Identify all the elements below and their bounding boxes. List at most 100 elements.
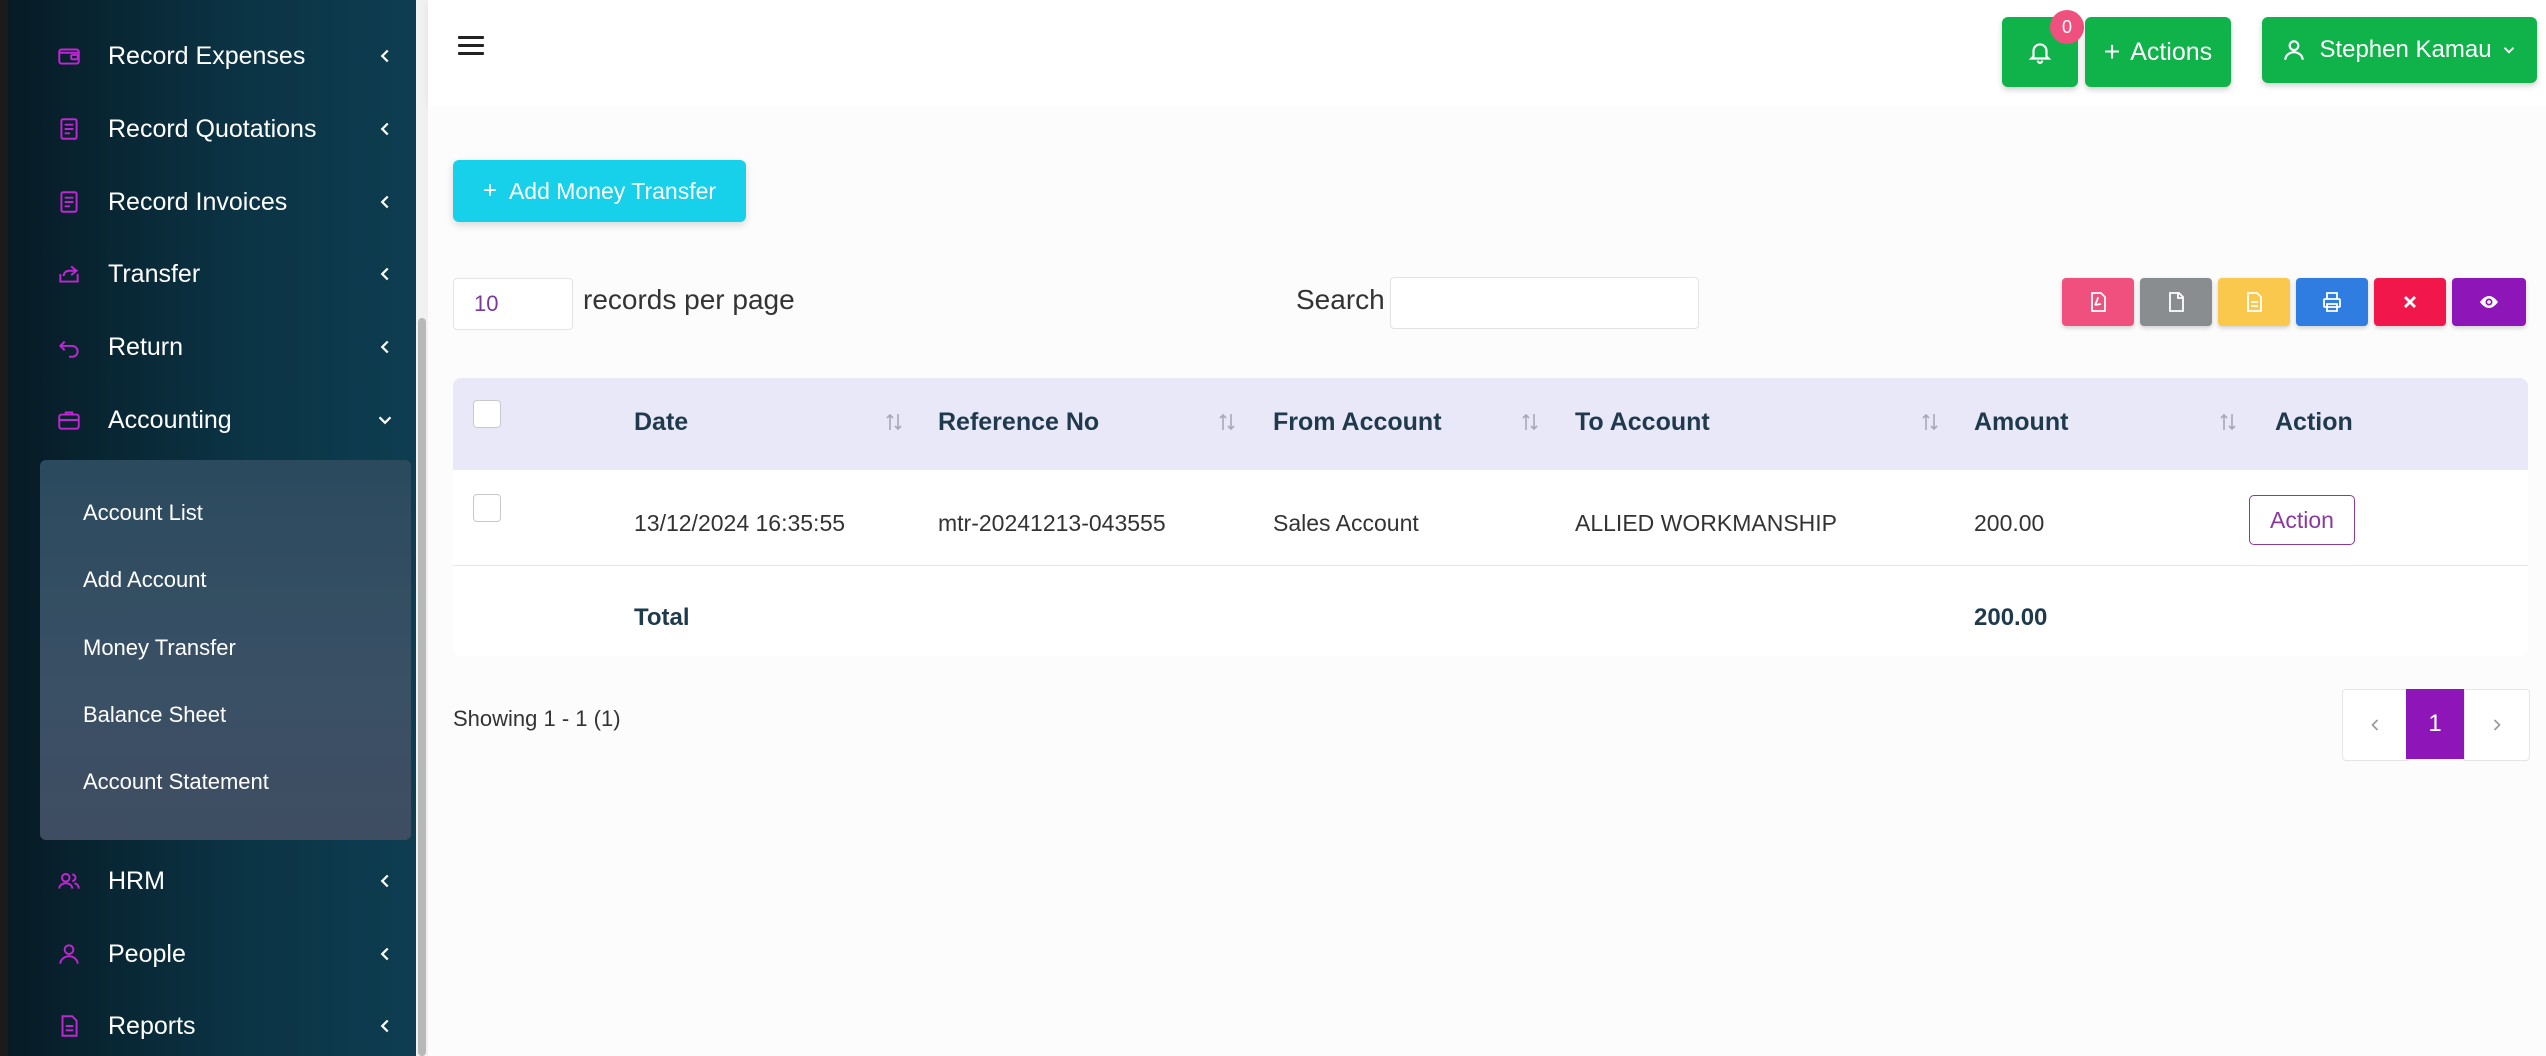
chevron-left-icon: [380, 1019, 389, 1033]
sidebar-edge: [0, 0, 8, 1056]
cell-from-account: Sales Account: [1273, 510, 1419, 536]
user-menu-button[interactable]: Stephen Kamau: [2262, 17, 2537, 83]
cell-date: 13/12/2024 16:35:55: [634, 510, 846, 536]
sidebar-item-accounting[interactable]: Accounting: [40, 392, 400, 448]
actions-label: Actions: [2130, 37, 2213, 66]
column-header-to-account[interactable]: To Account: [1575, 408, 1710, 437]
sort-icon[interactable]: [1520, 410, 1540, 434]
chevron-down-icon: [2503, 47, 2514, 54]
pagination-prev-button[interactable]: [2342, 689, 2408, 761]
chevron-left-icon: [380, 195, 389, 209]
invoice-icon: [54, 187, 84, 217]
sort-icon[interactable]: [1920, 410, 1940, 434]
main-content: + Add Money Transfer 10 records per page…: [428, 106, 2546, 1056]
user-icon: [54, 939, 84, 969]
column-header-from-account[interactable]: From Account: [1273, 408, 1442, 437]
sort-icon[interactable]: [884, 410, 904, 434]
table-header: Date Reference No From Account To Accoun…: [453, 378, 2528, 470]
sidebar: Record Expenses Record Quotations Record…: [0, 0, 428, 1056]
column-header-amount[interactable]: Amount: [1974, 408, 2068, 437]
users-icon: [54, 866, 84, 896]
sidebar-item-label: Accounting: [108, 405, 232, 434]
plus-icon: +: [2103, 36, 2121, 67]
chevron-down-icon: [378, 416, 392, 425]
records-per-page-input[interactable]: 10: [453, 278, 573, 330]
row-checkbox[interactable]: [473, 494, 501, 522]
row-divider: [453, 565, 2528, 566]
close-icon: [2404, 296, 2416, 308]
submenu-item-account-statement[interactable]: Account Statement: [83, 769, 269, 795]
pdf-icon: [2091, 292, 2106, 312]
row-action-button[interactable]: Action: [2249, 495, 2355, 545]
sidebar-item-label: Return: [108, 332, 184, 361]
chevron-left-icon: [380, 340, 389, 354]
export-pdf-button[interactable]: [2062, 278, 2134, 326]
user-icon: [2284, 40, 2305, 60]
sidebar-item-record-quotations[interactable]: Record Quotations: [40, 101, 400, 157]
sidebar-item-label: Record Quotations: [108, 114, 317, 143]
return-icon: [54, 332, 84, 362]
chevron-left-icon: [380, 947, 389, 961]
showing-count: Showing 1 - 1 (1): [453, 706, 621, 731]
sidebar-item-hrm[interactable]: HRM: [40, 853, 400, 909]
sidebar-item-label: Transfer: [108, 259, 201, 288]
sidebar-item-return[interactable]: Return: [40, 319, 400, 375]
excel-icon: [2247, 292, 2262, 312]
select-all-checkbox[interactable]: [473, 400, 501, 428]
total-amount: 200.00: [1974, 604, 2048, 631]
sidebar-item-reports[interactable]: Reports: [40, 998, 400, 1054]
pagination-next-button[interactable]: [2464, 689, 2530, 761]
close-button[interactable]: [2374, 278, 2446, 326]
sort-icon[interactable]: [2218, 410, 2238, 434]
briefcase-icon: [54, 405, 84, 435]
money-transfer-table: Date Reference No From Account To Accoun…: [453, 378, 2528, 656]
search-input[interactable]: [1390, 277, 1699, 329]
search-label: Search: [1296, 284, 1385, 315]
report-icon: [54, 1011, 84, 1041]
bell-icon: [2028, 43, 2052, 64]
column-header-date[interactable]: Date: [634, 408, 688, 437]
sidebar-item-transfer[interactable]: Transfer: [40, 246, 400, 302]
actions-button[interactable]: + Actions: [2085, 17, 2231, 87]
sidebar-scrollbar[interactable]: [416, 0, 428, 1056]
document-icon: [54, 114, 84, 144]
submenu-item-money-transfer[interactable]: Money Transfer: [83, 635, 236, 661]
submenu-item-balance-sheet[interactable]: Balance Sheet: [83, 702, 226, 728]
toggle-columns-button[interactable]: [2452, 278, 2526, 326]
sort-icon[interactable]: [1217, 410, 1237, 434]
topbar: 0 + Actions Stephen Kamau: [428, 0, 2546, 106]
cell-amount: 200.00: [1974, 510, 2045, 536]
menu-toggle-icon[interactable]: [458, 36, 484, 62]
total-label: Total: [634, 604, 690, 631]
chevron-left-icon: [380, 267, 389, 281]
plus-icon: +: [482, 177, 497, 204]
submenu-item-account-list[interactable]: Account List: [83, 500, 203, 526]
user-name: Stephen Kamau: [2319, 36, 2492, 63]
file-icon: [2169, 292, 2184, 312]
print-button[interactable]: [2296, 278, 2368, 326]
accounting-submenu: Account List Add Account Money Transfer …: [40, 460, 411, 840]
eye-icon: [2480, 296, 2498, 308]
sidebar-item-label: Record Expenses: [108, 41, 306, 70]
sidebar-item-record-invoices[interactable]: Record Invoices: [40, 174, 400, 230]
export-excel-button[interactable]: [2218, 278, 2290, 326]
sidebar-scrollbar-thumb[interactable]: [418, 318, 426, 1056]
add-money-transfer-button[interactable]: + Add Money Transfer: [453, 160, 746, 222]
sidebar-item-label: People: [108, 939, 186, 968]
column-header-reference[interactable]: Reference No: [938, 408, 1099, 437]
sidebar-item-record-expenses[interactable]: Record Expenses: [40, 28, 400, 84]
share-icon: [54, 259, 84, 289]
export-csv-button[interactable]: [2140, 278, 2212, 326]
chevron-left-icon: [380, 122, 389, 136]
cell-reference: mtr-20241213-043555: [938, 510, 1166, 536]
sidebar-item-label: Reports: [108, 1011, 196, 1040]
submenu-item-add-account[interactable]: Add Account: [83, 567, 207, 593]
pagination-page-1[interactable]: 1: [2406, 689, 2464, 759]
add-money-transfer-label: Add Money Transfer: [508, 177, 717, 204]
chevron-right-icon: [2493, 719, 2501, 731]
sidebar-item-label: HRM: [108, 866, 165, 895]
sidebar-item-people[interactable]: People: [40, 926, 400, 982]
chevron-left-icon: [380, 49, 389, 63]
cell-to-account: ALLIED WORKMANSHIP: [1575, 510, 1837, 536]
chevron-left-icon: [380, 874, 389, 888]
